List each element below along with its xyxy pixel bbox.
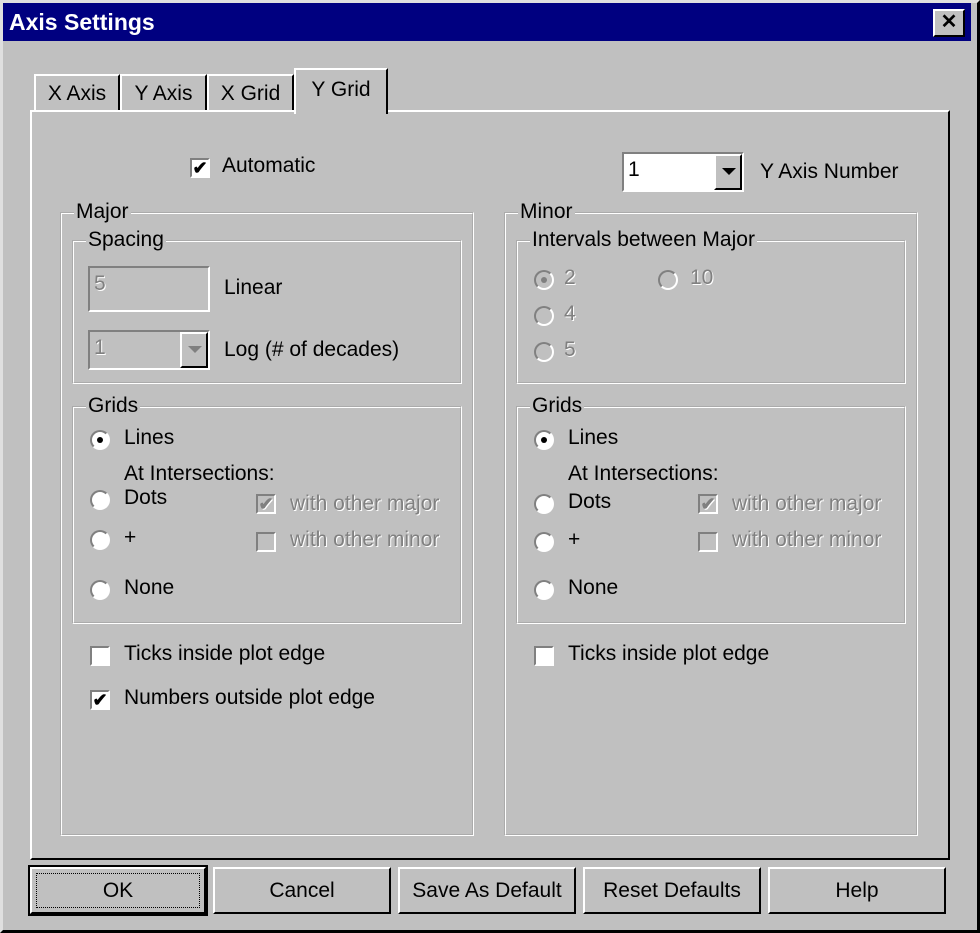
minor-at-intersections-label: At Intersections:: [568, 462, 719, 485]
interval-5-radio[interactable]: [534, 342, 554, 362]
focus-ring: [36, 873, 200, 908]
title-bar: Axis Settings ✕: [3, 3, 971, 41]
major-with-other-major-checkbox[interactable]: ✔: [256, 494, 276, 514]
y-axis-number-select[interactable]: 1: [622, 152, 744, 192]
major-with-other-minor-label: with other minor: [290, 528, 440, 551]
major-none-radio[interactable]: [90, 580, 110, 600]
major-at-intersections-label: At Intersections:: [124, 462, 275, 485]
save-as-default-button[interactable]: Save As Default: [398, 867, 576, 914]
intervals-group-title: Intervals between Major: [530, 228, 757, 252]
major-lines-radio[interactable]: [90, 430, 110, 450]
major-plus-radio[interactable]: [90, 530, 110, 550]
linear-spacing-input[interactable]: 5: [88, 266, 210, 312]
major-grids-group: Grids Lines At Intersections: Dots + Non…: [72, 394, 462, 624]
spacing-group-title: Spacing: [86, 228, 166, 252]
minor-dots-radio[interactable]: [534, 494, 554, 514]
y-grid-panel: ✔ Automatic 1 Y Axis Number Major Spacin…: [30, 110, 950, 860]
minor-with-other-major-label: with other major: [732, 492, 882, 515]
interval-4-label: 4: [564, 302, 576, 325]
minor-lines-label: Lines: [568, 426, 619, 449]
major-grids-title: Grids: [86, 394, 141, 418]
interval-10-radio[interactable]: [658, 270, 678, 290]
major-group-title: Major: [74, 200, 131, 224]
minor-ticks-inside-checkbox[interactable]: [534, 646, 554, 666]
tab-y-grid[interactable]: Y Grid: [294, 68, 388, 114]
chevron-down-icon[interactable]: [714, 154, 742, 190]
major-none-label: None: [124, 576, 175, 599]
close-button[interactable]: ✕: [933, 9, 965, 37]
major-group: Major Spacing 5 Linear 1 Log (# of decad…: [60, 200, 474, 836]
major-lines-label: Lines: [124, 426, 175, 449]
minor-ticks-inside-label: Ticks inside plot edge: [568, 642, 770, 665]
log-decades-select[interactable]: 1: [88, 330, 210, 370]
intervals-group: Intervals between Major 2 4 5 10: [516, 228, 906, 384]
minor-with-other-major-checkbox[interactable]: ✔: [698, 494, 718, 514]
numbers-outside-label: Numbers outside plot edge: [124, 686, 375, 709]
minor-lines-radio[interactable]: [534, 430, 554, 450]
interval-5-label: 5: [564, 338, 576, 361]
minor-plus-label: +: [568, 528, 581, 551]
tab-y-axis[interactable]: Y Axis: [120, 74, 207, 110]
interval-4-radio[interactable]: [534, 306, 554, 326]
major-ticks-inside-label: Ticks inside plot edge: [124, 642, 326, 665]
log-label: Log (# of decades): [224, 338, 400, 361]
major-with-other-major-label: with other major: [290, 492, 440, 515]
major-dots-radio[interactable]: [90, 490, 110, 510]
minor-plus-radio[interactable]: [534, 532, 554, 552]
minor-group: Minor Intervals between Major 2 4 5 10 G…: [504, 200, 918, 836]
minor-dots-label: Dots: [568, 490, 612, 513]
automatic-label: Automatic: [222, 154, 316, 177]
minor-none-radio[interactable]: [534, 580, 554, 600]
tab-x-grid[interactable]: X Grid: [207, 74, 294, 110]
minor-with-other-minor-checkbox[interactable]: [698, 532, 718, 552]
automatic-checkbox[interactable]: ✔: [190, 158, 210, 178]
dialog-title: Axis Settings: [9, 9, 155, 35]
major-ticks-inside-checkbox[interactable]: [90, 646, 110, 666]
minor-none-label: None: [568, 576, 619, 599]
chevron-down-icon[interactable]: [180, 332, 208, 368]
interval-10-label: 10: [690, 266, 714, 289]
major-with-other-minor-checkbox[interactable]: [256, 532, 276, 552]
interval-2-label: 2: [564, 266, 576, 289]
minor-grids-group: Grids Lines At Intersections: Dots + Non…: [516, 394, 906, 624]
reset-defaults-button[interactable]: Reset Defaults: [583, 867, 761, 914]
numbers-outside-checkbox[interactable]: ✔: [90, 690, 110, 710]
major-plus-label: +: [124, 526, 137, 549]
y-axis-number-label: Y Axis Number: [760, 160, 899, 183]
y-axis-number-value: 1: [628, 158, 640, 181]
help-button[interactable]: Help: [768, 867, 946, 914]
major-dots-label: Dots: [124, 486, 168, 509]
minor-group-title: Minor: [518, 200, 575, 224]
ok-button[interactable]: OK: [28, 865, 208, 916]
minor-with-other-minor-label: with other minor: [732, 528, 882, 551]
major-spacing-group: Spacing 5 Linear 1 Log (# of decades): [72, 228, 462, 384]
interval-2-radio[interactable]: [534, 270, 554, 290]
linear-label: Linear: [224, 276, 283, 299]
tab-x-axis[interactable]: X Axis: [34, 74, 120, 110]
minor-grids-title: Grids: [530, 394, 585, 418]
cancel-button[interactable]: Cancel: [213, 867, 391, 914]
